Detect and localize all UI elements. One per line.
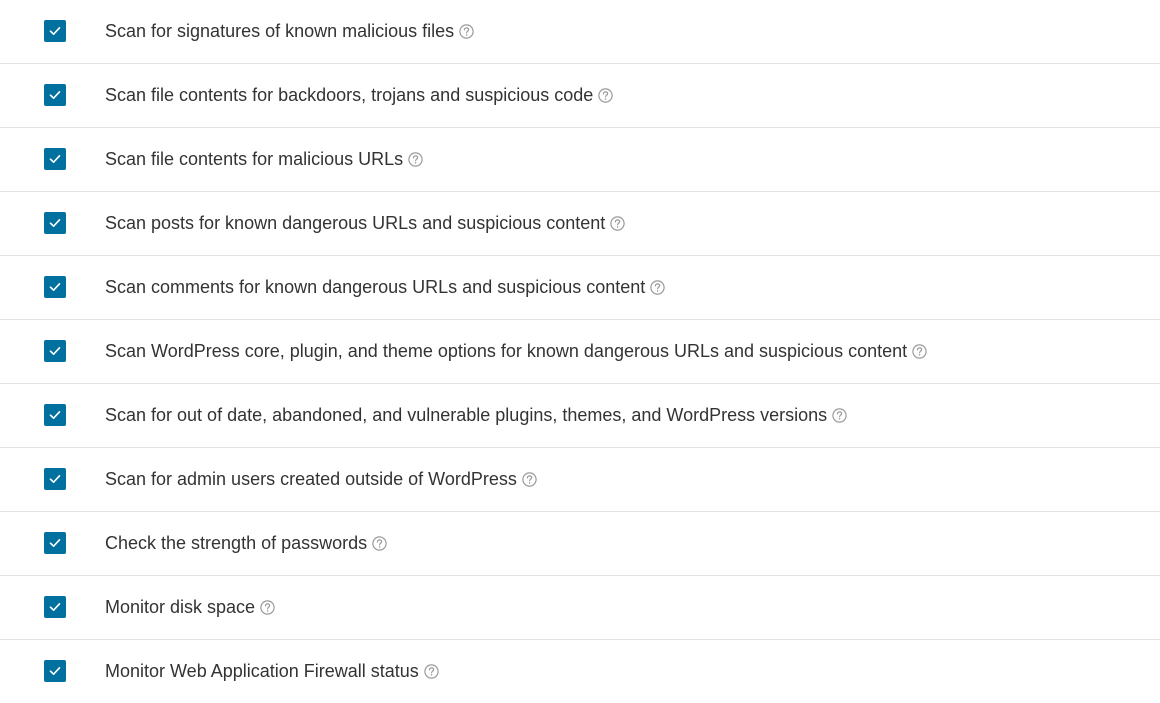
option-label-group: Scan for out of date, abandoned, and vul… [105, 384, 847, 447]
checkbox[interactable] [44, 532, 66, 554]
option-label-group: Scan for signatures of known malicious f… [105, 0, 474, 63]
question-circle-icon[interactable] [522, 472, 537, 487]
option-label-group: Scan file contents for malicious URLs [105, 128, 423, 191]
checkbox[interactable] [44, 404, 66, 426]
checkbox[interactable] [44, 20, 66, 42]
checkbox[interactable] [44, 84, 66, 106]
option-row: Monitor disk space [0, 576, 1160, 640]
question-circle-icon[interactable] [650, 280, 665, 295]
check-icon [49, 539, 61, 547]
option-label: Check the strength of passwords [105, 533, 368, 553]
option-label: Monitor disk space [105, 597, 256, 617]
check-icon [49, 475, 61, 483]
question-circle-icon[interactable] [372, 536, 387, 551]
option-label: Scan posts for known dangerous URLs and … [105, 213, 606, 233]
check-icon [49, 603, 61, 611]
question-circle-icon[interactable] [598, 88, 613, 103]
option-label: Monitor Web Application Firewall status [105, 661, 419, 681]
option-label-group: Scan for admin users created outside of … [105, 448, 537, 511]
check-icon [49, 91, 61, 99]
question-circle-icon[interactable] [912, 344, 927, 359]
question-circle-icon[interactable] [260, 600, 275, 615]
question-circle-icon[interactable] [459, 24, 474, 39]
option-row: Scan posts for known dangerous URLs and … [0, 192, 1160, 256]
checkbox[interactable] [44, 340, 66, 362]
option-label: Scan for admin users created outside of … [105, 469, 517, 489]
option-row: Scan for admin users created outside of … [0, 448, 1160, 512]
checkbox[interactable] [44, 148, 66, 170]
option-label: Scan for out of date, abandoned, and vul… [105, 405, 828, 425]
check-icon [49, 667, 61, 675]
question-circle-icon[interactable] [424, 664, 439, 679]
check-icon [49, 155, 61, 163]
option-label-group: Scan comments for known dangerous URLs a… [105, 256, 665, 319]
option-label: Scan comments for known dangerous URLs a… [105, 277, 646, 297]
question-circle-icon[interactable] [408, 152, 423, 167]
option-row: Scan comments for known dangerous URLs a… [0, 256, 1160, 320]
checkbox[interactable] [44, 212, 66, 234]
scan-options-list: Scan for signatures of known malicious f… [0, 0, 1160, 703]
checkbox[interactable] [44, 468, 66, 490]
option-label: Scan file contents for malicious URLs [105, 149, 404, 169]
option-row: Scan file contents for backdoors, trojan… [0, 64, 1160, 128]
option-label-group: Monitor disk space [105, 576, 275, 639]
check-icon [49, 411, 61, 419]
check-icon [49, 283, 61, 291]
question-circle-icon[interactable] [832, 408, 847, 423]
option-row: Scan file contents for malicious URLs [0, 128, 1160, 192]
option-row: Scan for out of date, abandoned, and vul… [0, 384, 1160, 448]
option-label: Scan WordPress core, plugin, and theme o… [105, 341, 908, 361]
checkbox[interactable] [44, 660, 66, 682]
check-icon [49, 27, 61, 35]
option-label: Scan for signatures of known malicious f… [105, 21, 455, 41]
checkbox[interactable] [44, 596, 66, 618]
option-label-group: Check the strength of passwords [105, 512, 387, 575]
option-row: Scan for signatures of known malicious f… [0, 0, 1160, 64]
check-icon [49, 219, 61, 227]
option-label-group: Scan WordPress core, plugin, and theme o… [105, 320, 927, 383]
option-label-group: Monitor Web Application Firewall status [105, 640, 439, 703]
option-row: Check the strength of passwords [0, 512, 1160, 576]
option-row: Monitor Web Application Firewall status [0, 640, 1160, 703]
option-row: Scan WordPress core, plugin, and theme o… [0, 320, 1160, 384]
checkbox[interactable] [44, 276, 66, 298]
question-circle-icon[interactable] [610, 216, 625, 231]
option-label-group: Scan file contents for backdoors, trojan… [105, 64, 613, 127]
option-label: Scan file contents for backdoors, trojan… [105, 85, 594, 105]
option-label-group: Scan posts for known dangerous URLs and … [105, 192, 625, 255]
check-icon [49, 347, 61, 355]
